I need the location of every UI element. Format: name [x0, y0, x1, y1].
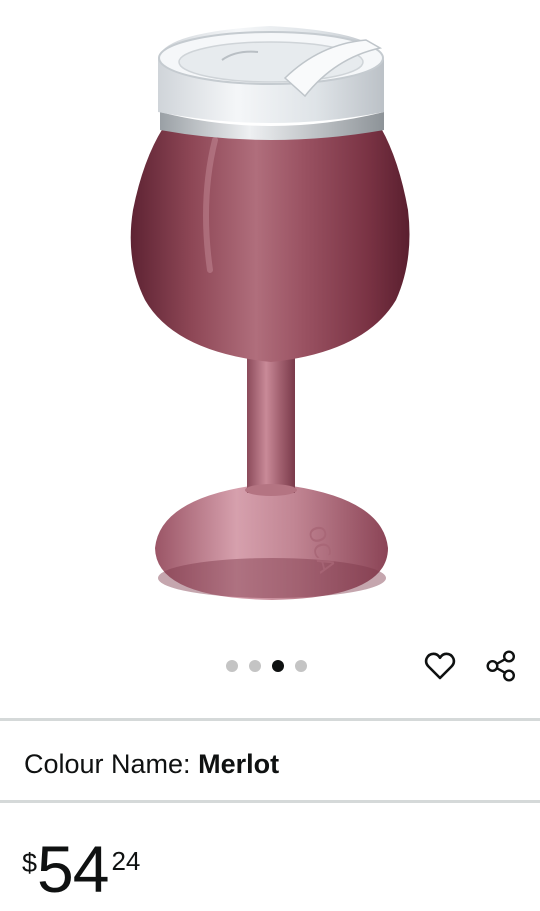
carousel-dot-active[interactable]	[272, 660, 284, 672]
price: $ 54 24	[22, 830, 140, 910]
heart-icon	[424, 652, 456, 680]
product-image[interactable]: OCA	[0, 0, 540, 640]
share-icon	[486, 650, 516, 682]
section-divider	[0, 718, 540, 721]
price-fraction: 24	[111, 846, 141, 876]
product-image-area[interactable]: OCA	[0, 0, 540, 640]
wishlist-button[interactable]	[421, 647, 459, 685]
price-currency-symbol: $	[22, 848, 38, 878]
section-divider	[0, 800, 540, 803]
colour-selection: Colour Name: Merlot	[24, 746, 279, 782]
colour-label: Colour Name:	[24, 749, 191, 779]
carousel-indicator[interactable]	[226, 659, 307, 673]
carousel-dot[interactable]	[295, 660, 307, 672]
share-button[interactable]	[482, 647, 520, 685]
colour-value: Merlot	[198, 749, 280, 779]
carousel-dot[interactable]	[249, 660, 261, 672]
carousel-dot[interactable]	[226, 660, 238, 672]
price-whole: 54	[37, 832, 109, 906]
